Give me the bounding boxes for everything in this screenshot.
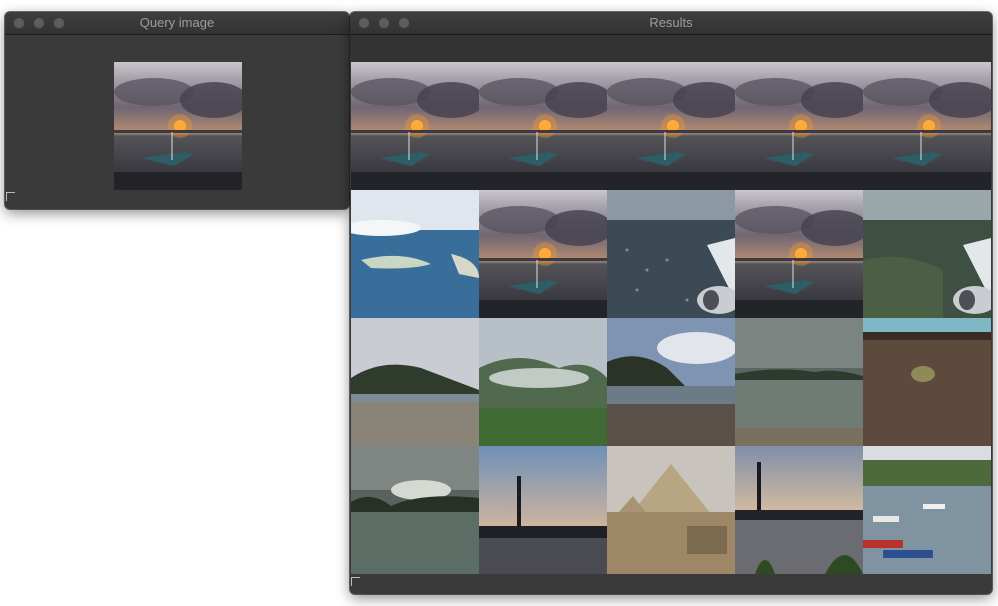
- result-image: [863, 190, 991, 318]
- result-image: [351, 318, 479, 446]
- result-thumbnail[interactable]: [735, 190, 863, 318]
- result-thumbnail[interactable]: [351, 62, 479, 190]
- result-thumbnail[interactable]: [735, 318, 863, 446]
- result-image: [479, 62, 607, 190]
- result-image: [479, 318, 607, 446]
- result-thumbnail[interactable]: [479, 446, 607, 574]
- result-thumbnail[interactable]: [351, 446, 479, 574]
- result-image: [735, 446, 863, 574]
- result-image: [351, 190, 479, 318]
- result-image: [863, 318, 991, 446]
- result-image: [607, 318, 735, 446]
- result-thumbnail[interactable]: [863, 446, 991, 574]
- result-image: [735, 318, 863, 446]
- results-window-titlebar[interactable]: Results: [350, 12, 992, 35]
- result-thumbnail[interactable]: [607, 62, 735, 190]
- result-image: [735, 190, 863, 318]
- query-window-titlebar[interactable]: Query image: [5, 12, 349, 35]
- result-thumbnail[interactable]: [863, 318, 991, 446]
- results-toolbar: [350, 35, 992, 62]
- result-image: [351, 446, 479, 574]
- result-image: [607, 446, 735, 574]
- resize-handle[interactable]: [351, 577, 360, 586]
- result-thumbnail[interactable]: [607, 190, 735, 318]
- result-thumbnail[interactable]: [351, 318, 479, 446]
- result-thumbnail[interactable]: [735, 446, 863, 574]
- result-thumbnail[interactable]: [607, 446, 735, 574]
- resize-handle[interactable]: [6, 192, 15, 201]
- result-image: [351, 62, 479, 190]
- result-image: [479, 190, 607, 318]
- query-thumbnail: [114, 62, 248, 190]
- result-thumbnail[interactable]: [479, 318, 607, 446]
- results-window[interactable]: Results: [350, 12, 992, 594]
- result-thumbnail[interactable]: [607, 318, 735, 446]
- result-thumbnail[interactable]: [479, 62, 607, 190]
- result-image: [607, 62, 735, 190]
- result-image: [863, 62, 991, 190]
- result-thumbnail[interactable]: [863, 190, 991, 318]
- results-window-title: Results: [649, 15, 693, 30]
- result-thumbnail[interactable]: [863, 62, 991, 190]
- result-thumbnail[interactable]: [479, 190, 607, 318]
- result-image: [479, 446, 607, 574]
- result-thumbnail[interactable]: [735, 62, 863, 190]
- result-thumbnail[interactable]: [351, 190, 479, 318]
- query-window-title: Query image: [139, 15, 215, 30]
- result-image: [735, 62, 863, 190]
- result-image: [863, 446, 991, 574]
- results-grid: [351, 62, 991, 574]
- result-image: [607, 190, 735, 318]
- query-window[interactable]: Query image: [5, 12, 349, 209]
